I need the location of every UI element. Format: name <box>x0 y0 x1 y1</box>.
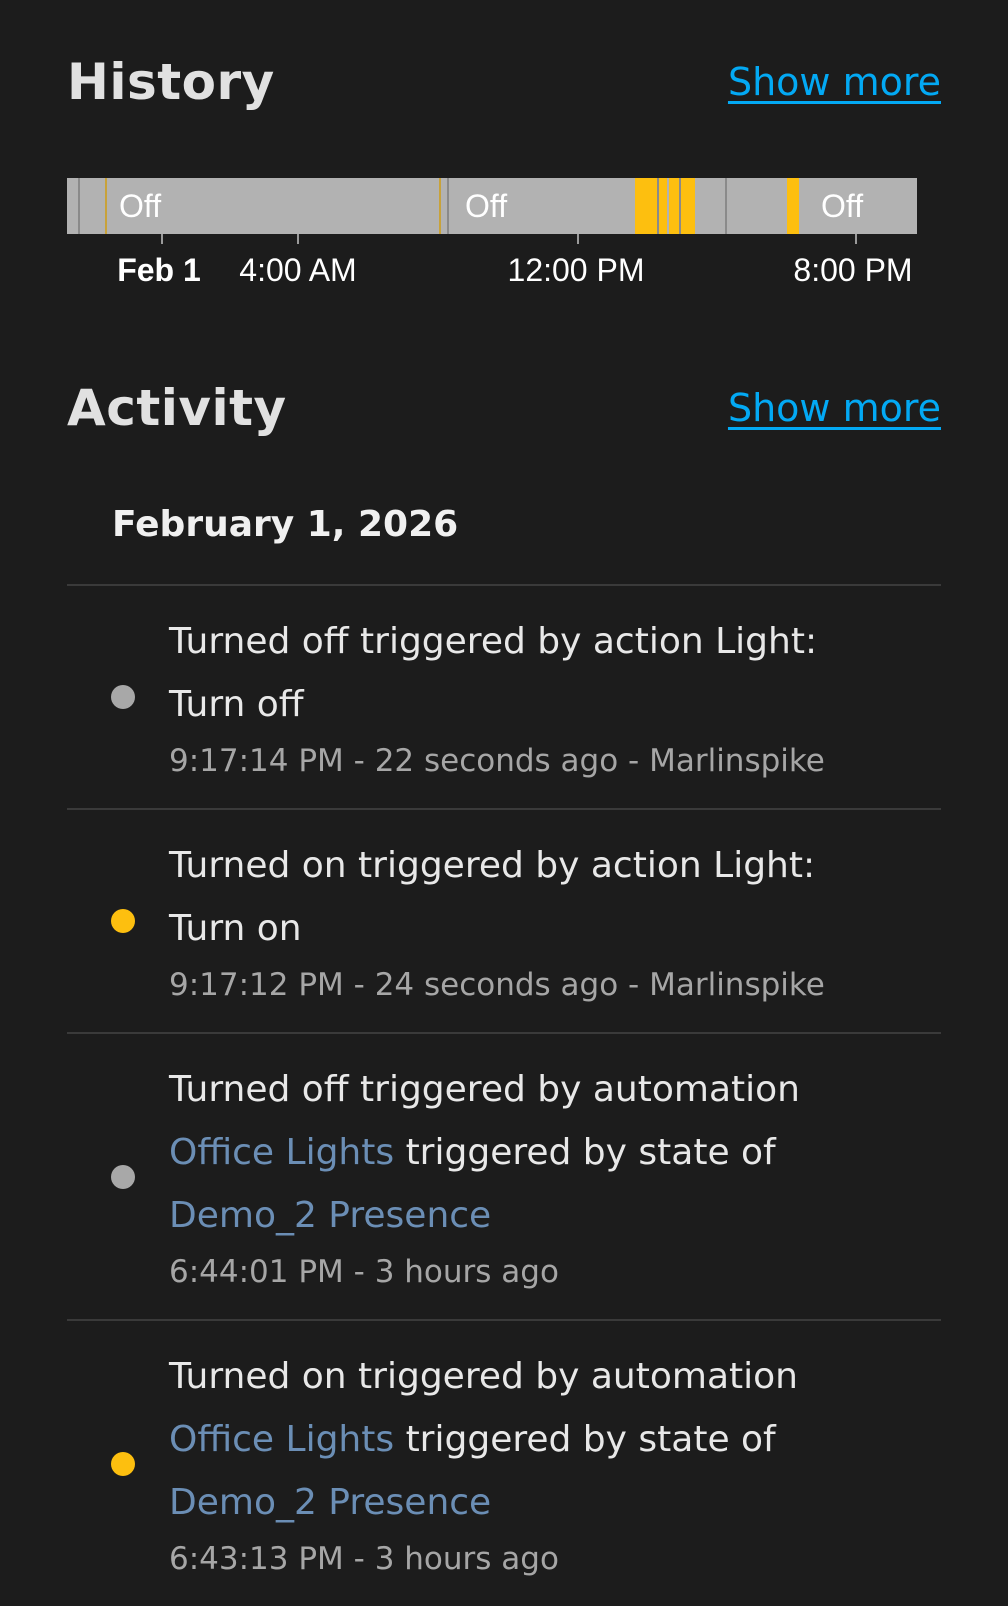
axis-label-4am: 4:00 AM <box>239 252 357 288</box>
axis-label-12pm: 12:00 PM <box>507 252 645 288</box>
log-message-line: Turn on <box>169 908 302 949</box>
log-message-line: Turned on triggered by action Light: <box>169 845 816 886</box>
timeline-divider <box>657 178 659 234</box>
activity-date-heading: February 1, 2026 <box>112 504 459 545</box>
log-message-line: Turn off <box>169 684 304 725</box>
log-message-line: Turned off triggered by action Light: <box>169 621 818 662</box>
axis-tick <box>577 234 579 244</box>
axis-tick <box>161 234 163 244</box>
activity-header: Activity Show more <box>67 368 941 448</box>
timeline-label-off-1: Off <box>119 188 162 224</box>
demo-2-presence-link[interactable]: Demo_2 Presence <box>169 1482 491 1523</box>
state-on-dot-icon <box>111 1451 135 1476</box>
history-show-more-link[interactable]: Show more <box>728 60 941 104</box>
timeline-segment-on-2[interactable] <box>659 178 667 234</box>
log-timestamp: 9:17:14 PM - 22 seconds ago - Marlinspik… <box>169 743 825 779</box>
office-lights-link[interactable]: Office Lights <box>169 1132 394 1173</box>
log-timestamp: 6:44:01 PM - 3 hours ago <box>169 1254 559 1290</box>
log-message: Turned on triggered by automation Office… <box>169 1345 941 1534</box>
log-entry: Turned off triggered by action Light: Tu… <box>67 584 941 808</box>
timeline-divider <box>439 178 441 234</box>
state-off-dot-icon <box>111 1164 135 1189</box>
history-title: History <box>67 53 275 111</box>
log-timestamp: 6:43:13 PM - 3 hours ago <box>169 1541 559 1577</box>
timeline-label-off-3: Off <box>821 188 864 224</box>
timeline-axis: Feb 1 4:00 AM 12:00 PM 8:00 PM <box>67 234 917 304</box>
activity-show-more-link[interactable]: Show more <box>728 386 941 430</box>
timeline-label-off-2: Off <box>465 188 508 224</box>
timeline-segment-on-5[interactable] <box>787 178 799 234</box>
timeline-segment-on-4[interactable] <box>681 178 695 234</box>
state-on-dot-icon <box>111 909 135 933</box>
timeline-divider <box>447 178 449 234</box>
log-message-text: triggered by state of <box>394 1419 776 1460</box>
log-message: Turned on triggered by action Light: Tur… <box>169 834 941 960</box>
activity-title: Activity <box>67 379 287 437</box>
log-entry: Turned off triggered by automation Offic… <box>67 1032 941 1319</box>
log-message-text: triggered by state of <box>394 1132 776 1173</box>
log-message: Turned off triggered by action Light: Tu… <box>169 610 941 736</box>
log-timestamp: 9:17:12 PM - 24 seconds ago - Marlinspik… <box>169 967 825 1003</box>
axis-tick <box>297 234 299 244</box>
axis-label-feb-1: Feb 1 <box>117 252 201 288</box>
axis-tick <box>855 234 857 244</box>
timeline-divider <box>679 178 681 234</box>
office-lights-link[interactable]: Office Lights <box>169 1419 394 1460</box>
log-message: Turned off triggered by automation Offic… <box>169 1058 941 1247</box>
log-entry: Turned on triggered by action Light: Tur… <box>67 808 941 1032</box>
timeline-divider <box>78 178 80 234</box>
state-off-dot-icon <box>111 685 135 709</box>
timeline-divider <box>725 178 727 234</box>
log-message-line: Turned on triggered by automation <box>169 1356 798 1397</box>
axis-label-8pm: 8:00 PM <box>793 252 913 288</box>
history-timeline-bar[interactable]: Off Off Off <box>67 178 917 234</box>
history-header: History Show more <box>67 42 941 122</box>
timeline-segment-on-1[interactable] <box>635 178 657 234</box>
log-entry: Turned on triggered by automation Office… <box>67 1319 941 1606</box>
log-message-line: Turned off triggered by automation <box>169 1069 800 1110</box>
timeline-divider <box>105 178 107 234</box>
demo-2-presence-link[interactable]: Demo_2 Presence <box>169 1195 491 1236</box>
timeline-segment-on-3[interactable] <box>669 178 679 234</box>
activity-log: Turned off triggered by action Light: Tu… <box>67 584 941 1606</box>
